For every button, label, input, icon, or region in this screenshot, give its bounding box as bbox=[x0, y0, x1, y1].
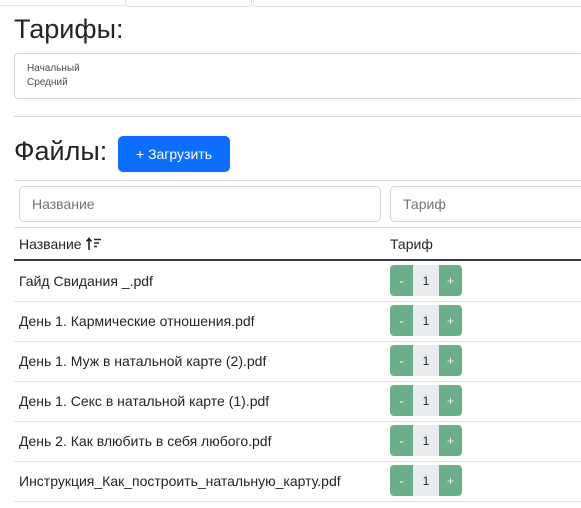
table-row: Гайд Свидания _.pdf - 1 + bbox=[14, 261, 581, 302]
tariff-option[interactable]: Начальный bbox=[27, 62, 571, 76]
table-row: День 1. Секс в натальной карте (1).pdf -… bbox=[14, 381, 581, 422]
increment-button[interactable]: + bbox=[439, 425, 462, 456]
tariff-option[interactable]: Средний bbox=[27, 76, 571, 90]
table-row: День 1. Кармические отношения.pdf - 1 + bbox=[14, 301, 581, 342]
tab-bar-line bbox=[0, 5, 125, 6]
increment-button[interactable]: + bbox=[439, 305, 462, 336]
file-name: День 1. Муж в натальной карте (2).pdf bbox=[19, 353, 267, 369]
increment-button[interactable]: + bbox=[439, 265, 462, 296]
tariff-value: 1 bbox=[413, 465, 439, 496]
tariff-stepper: - 1 + bbox=[390, 465, 462, 496]
top-tab[interactable] bbox=[253, 0, 581, 7]
name-filter-input[interactable] bbox=[19, 186, 381, 222]
table-row: День 1. Муж в натальной карте (2).pdf - … bbox=[14, 341, 581, 382]
decrement-button[interactable]: - bbox=[390, 465, 413, 496]
column-header-tariff: Тариф bbox=[390, 236, 433, 252]
tariff-stepper: - 1 + bbox=[390, 345, 462, 376]
increment-button[interactable]: + bbox=[439, 465, 462, 496]
tariff-stepper: - 1 + bbox=[390, 305, 462, 336]
upload-button[interactable]: + Загрузить bbox=[118, 136, 230, 172]
file-name: Гайд Свидания _.pdf bbox=[19, 273, 153, 289]
tariffs-heading: Тарифы: bbox=[14, 14, 124, 44]
tariff-filter-input[interactable] bbox=[390, 186, 581, 222]
tariff-stepper: - 1 + bbox=[390, 265, 462, 296]
tariff-value: 1 bbox=[413, 265, 439, 296]
table-row: Инструкция_Как_построить_натальную_карту… bbox=[14, 461, 581, 502]
file-name: День 2. Как влюбить в себя любого.pdf bbox=[19, 433, 272, 449]
file-name: Инструкция_Как_построить_натальную_карту… bbox=[19, 473, 341, 489]
file-name: День 1. Секс в натальной карте (1).pdf bbox=[19, 393, 270, 409]
tariffs-select[interactable]: Начальный Средний bbox=[14, 53, 581, 99]
decrement-button[interactable]: - bbox=[390, 305, 413, 336]
files-heading: Файлы: bbox=[14, 136, 108, 166]
column-header-name-label: Название bbox=[19, 236, 82, 252]
tariff-value: 1 bbox=[413, 385, 439, 416]
sort-ascending-icon[interactable] bbox=[85, 237, 102, 251]
decrement-button[interactable]: - bbox=[390, 385, 413, 416]
tariff-stepper: - 1 + bbox=[390, 385, 462, 416]
tariff-value: 1 bbox=[413, 305, 439, 336]
increment-button[interactable]: + bbox=[439, 345, 462, 376]
tariff-stepper: - 1 + bbox=[390, 425, 462, 456]
increment-button[interactable]: + bbox=[439, 385, 462, 416]
file-name: День 1. Кармические отношения.pdf bbox=[19, 313, 255, 329]
column-header-name[interactable]: Название bbox=[19, 236, 102, 252]
section-divider bbox=[14, 116, 581, 117]
decrement-button[interactable]: - bbox=[390, 265, 413, 296]
tariff-value: 1 bbox=[413, 425, 439, 456]
table-row: День 2. Как влюбить в себя любого.pdf - … bbox=[14, 421, 581, 462]
decrement-button[interactable]: - bbox=[390, 345, 413, 376]
tariff-value: 1 bbox=[413, 345, 439, 376]
decrement-button[interactable]: - bbox=[390, 425, 413, 456]
top-tab[interactable] bbox=[125, 0, 252, 7]
